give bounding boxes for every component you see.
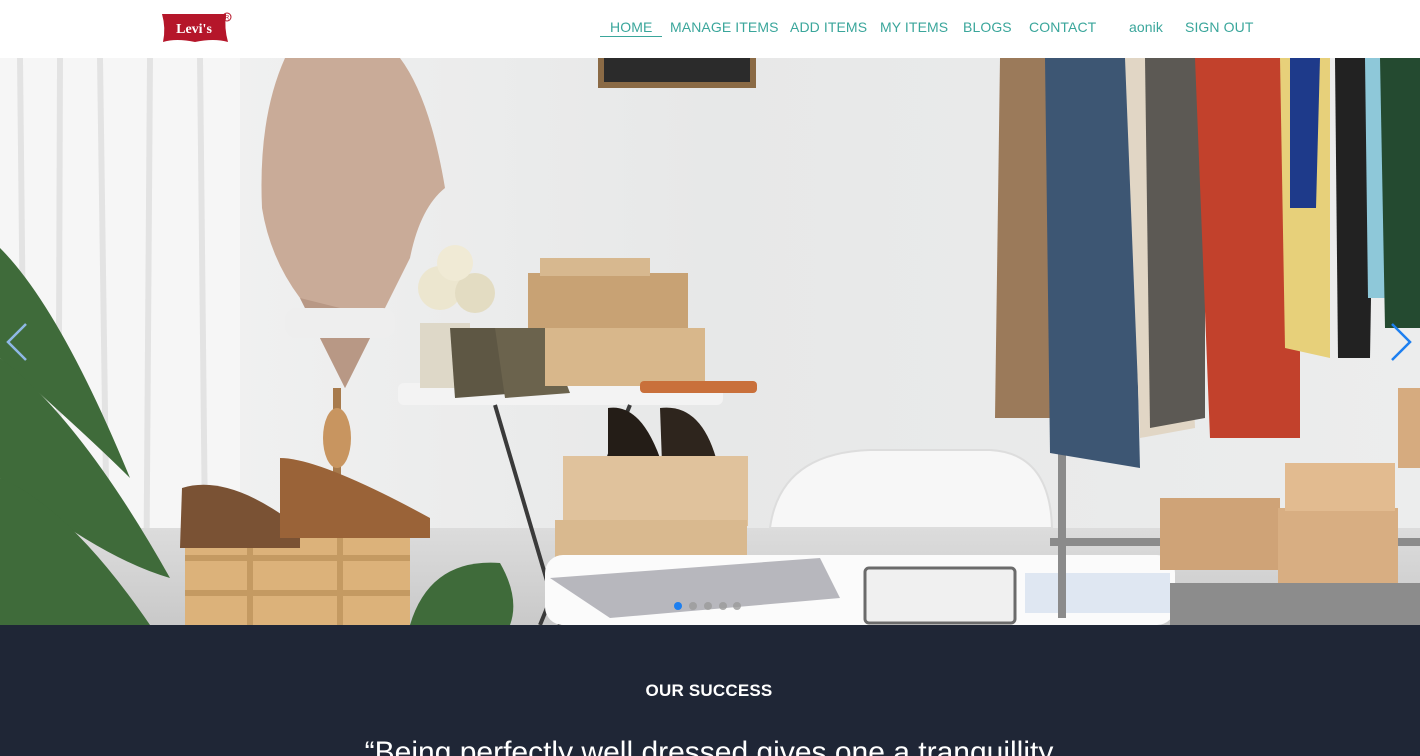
nav-add-items[interactable]: ADD ITEMS: [790, 19, 867, 35]
carousel-dot-5[interactable]: [733, 602, 741, 610]
success-section: OUR SUCCESS “Being perfectly well dresse…: [0, 625, 1420, 756]
nav-home[interactable]: HOME: [600, 19, 663, 37]
nav-contact[interactable]: CONTACT: [1029, 19, 1096, 35]
carousel-prev-button[interactable]: [4, 322, 32, 362]
nav-my-items[interactable]: MY ITEMS: [880, 19, 948, 35]
carousel-next-button[interactable]: [1386, 322, 1414, 362]
carousel-dot-1[interactable]: [674, 602, 682, 610]
success-title: OUR SUCCESS: [645, 681, 773, 700]
nav-manage-items[interactable]: MANAGE ITEMS: [670, 19, 779, 35]
nav-blogs[interactable]: BLOGS: [963, 19, 1012, 35]
site-header: Levi's R HOME MANAGE ITEMS ADD ITEMS MY …: [0, 0, 1420, 58]
main-nav: HOME MANAGE ITEMS ADD ITEMS MY ITEMS BLO…: [0, 19, 1420, 39]
carousel-dot-4[interactable]: [719, 602, 727, 610]
nav-sign-out[interactable]: SIGN OUT: [1185, 19, 1253, 35]
success-quote: “Being perfectly well dressed gives one …: [364, 736, 1054, 756]
hero-slide-image: [0, 58, 1420, 625]
hero-carousel: [0, 58, 1420, 625]
carousel-dot-3[interactable]: [704, 602, 712, 610]
carousel-dot-2[interactable]: [689, 602, 697, 610]
nav-user-name[interactable]: aonik: [1129, 19, 1163, 35]
